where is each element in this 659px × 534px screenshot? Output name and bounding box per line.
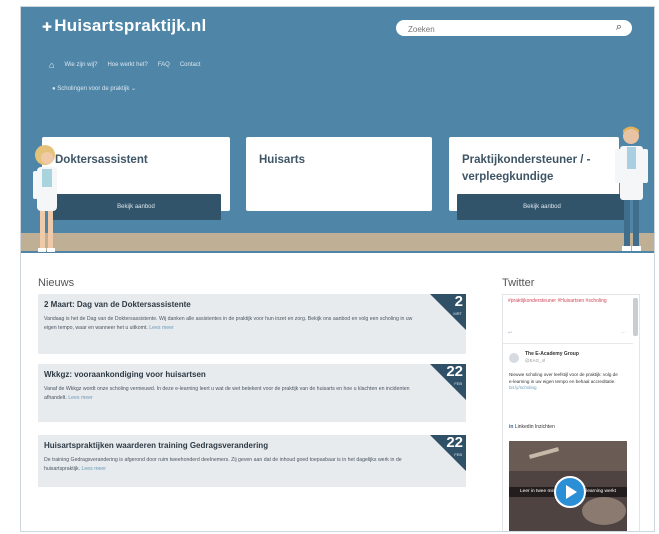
tweet-actions: ↩ ⋯	[508, 330, 626, 336]
home-icon[interactable]: ⌂	[49, 60, 54, 70]
news-title[interactable]: 2 Maart: Dag van de Doktersassistente	[44, 300, 191, 309]
site-logo[interactable]: ✚ Huisartspraktijk.nl	[42, 16, 206, 36]
twitter-heading: Twitter	[502, 277, 535, 289]
search-input[interactable]	[406, 21, 600, 37]
header-hero: ✚Huisartspraktijk.nl ⌕ ⌂ Wie zijn wij? H…	[21, 7, 654, 253]
tweet-author[interactable]: The E-Academy Group	[525, 351, 579, 357]
linkedin-link[interactable]: in Linkedin Inzichten	[509, 424, 555, 430]
news-date-day: 2	[454, 293, 463, 310]
user-icon: ●	[52, 86, 56, 92]
twitter-feed[interactable]: #praktijkondersteuner #Huisartsen #schol…	[502, 294, 640, 531]
news-date-month: MRT	[453, 311, 462, 316]
news-title[interactable]: Huisartspraktijken waarderen training Ge…	[44, 441, 268, 450]
news-title[interactable]: Wkkgz: vooraankondiging voor huisartsen	[44, 370, 206, 379]
logo-text: Huisartspraktijk.nl	[54, 16, 207, 35]
doktersassistent-offer-button[interactable]: Bekijk aanbod	[51, 194, 221, 220]
news-heading: Nieuws	[38, 277, 75, 289]
tweet-link[interactable]: bit.ly/scholing	[509, 385, 537, 390]
video-thumbnail[interactable]: Leer in twee minuten hoe de e-learning w…	[509, 441, 627, 531]
read-more-link[interactable]: Lees meer	[68, 395, 93, 401]
news-date-day: 22	[446, 363, 463, 380]
more-icon[interactable]: ⋯	[621, 330, 626, 336]
avatar[interactable]	[509, 353, 519, 363]
search-box[interactable]: ⌕	[396, 20, 632, 37]
floor-strip	[21, 233, 654, 251]
subnav-item[interactable]: ● Scholingen voor de praktijk ⌄	[52, 85, 136, 92]
linkedin-icon: in	[509, 424, 514, 430]
play-button-icon[interactable]	[554, 476, 586, 508]
tweet-text: Nieuwe scholing over leefstijl voor de p…	[509, 372, 618, 390]
nav-item-contact[interactable]: Contact	[180, 62, 201, 68]
search-icon[interactable]: ⌕	[616, 21, 622, 34]
news-item[interactable]: 2 Maart: Dag van de Doktersassistente Va…	[38, 294, 466, 354]
feed-scrollbar[interactable]	[633, 298, 638, 336]
nav-item-faq[interactable]: FAQ	[158, 62, 170, 68]
news-item[interactable]: Wkkgz: vooraankondiging voor huisartsen …	[38, 364, 466, 422]
page: ✚Huisartspraktijk.nl ⌕ ⌂ Wie zijn wij? H…	[20, 6, 655, 532]
news-date-month: FEB	[454, 452, 462, 457]
tweet-hashtags[interactable]: #praktijkondersteuner #Huisartsen #schol…	[508, 298, 626, 305]
divider	[503, 343, 633, 344]
card-title: Doktersassistent	[55, 154, 148, 166]
chevron-down-icon: ⌄	[131, 86, 137, 92]
praktijkondersteuner-offer-button[interactable]: Bekijk aanbod	[457, 194, 627, 220]
card-title: Praktijkondersteuner / -verpleegkundige	[462, 154, 591, 183]
stethoscope-icon: ✚	[42, 20, 53, 34]
reply-icon[interactable]: ↩	[508, 330, 512, 336]
card-huisarts[interactable]: Huisarts	[246, 137, 432, 211]
read-more-link[interactable]: Lees meer	[82, 466, 107, 472]
news-excerpt: De training Gedragsverandering is afgero…	[44, 457, 402, 472]
nav-item-hoe-werkt-het[interactable]: Hoe werkt het?	[107, 62, 147, 68]
nav-item-wie-zijn-wij[interactable]: Wie zijn wij?	[64, 62, 97, 68]
doctor-woman-illustration	[33, 145, 57, 252]
tweet-handle[interactable]: @EAG_nl	[525, 358, 545, 363]
card-title: Huisarts	[259, 154, 306, 166]
news-date-month: FEB	[454, 381, 462, 386]
news-date-day: 22	[446, 434, 463, 451]
news-excerpt: Vandaag is het de Dag van de Doktersassi…	[44, 316, 413, 331]
read-more-link[interactable]: Lees meer	[149, 325, 174, 331]
doctor-man-illustration	[615, 126, 648, 251]
main-nav: ⌂ Wie zijn wij? Hoe werkt het? FAQ Conta…	[49, 58, 201, 72]
news-excerpt: Vanaf de Wkkgz wordt onze scholing verni…	[44, 386, 410, 401]
news-item[interactable]: Huisartspraktijken waarderen training Ge…	[38, 435, 466, 487]
